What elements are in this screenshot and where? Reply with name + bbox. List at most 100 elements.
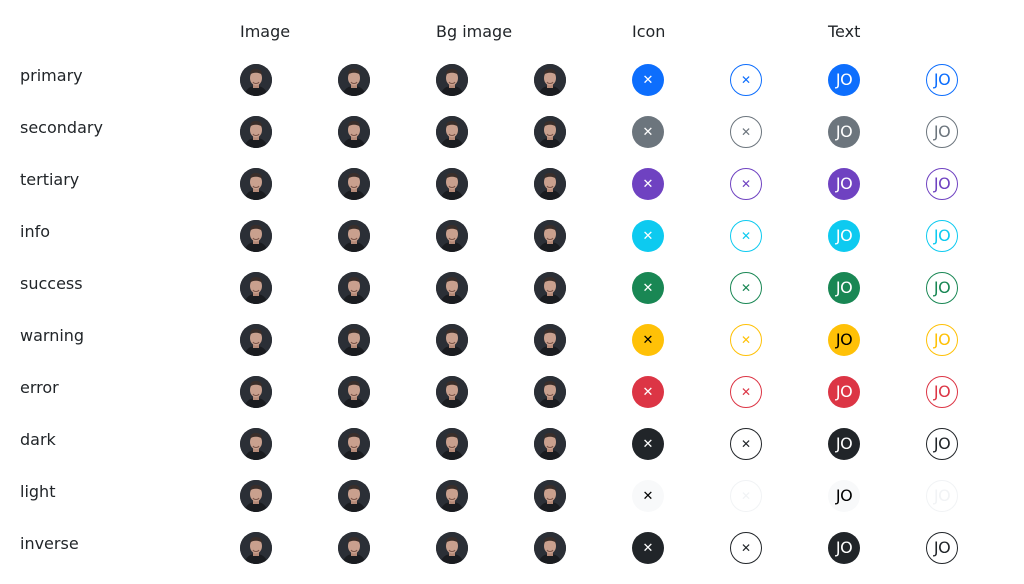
avatar-icon-solid-primary: ✕ — [632, 64, 664, 96]
person-photo-avatar-icon — [338, 376, 370, 408]
avatar-icon-outline-warning: ✕ — [730, 324, 762, 356]
avatar-bg-image-solid-dark — [436, 428, 468, 460]
avatar-text-solid-warning: JO — [828, 324, 860, 356]
close-icon: ✕ — [642, 72, 654, 88]
avatar-bg-image-solid-light — [436, 480, 468, 512]
avatar-icon-solid-dark: ✕ — [632, 428, 664, 460]
avatar-icon-outline-primary: ✕ — [730, 64, 762, 96]
person-photo-avatar-icon — [338, 324, 370, 356]
avatar-icon-outline-dark: ✕ — [730, 428, 762, 460]
person-photo-avatar-icon — [338, 220, 370, 252]
person-photo-avatar-icon — [436, 220, 468, 252]
avatar-bg-image-outline-inverse — [534, 532, 566, 564]
close-icon: ✕ — [642, 228, 654, 244]
person-photo-avatar-icon — [338, 272, 370, 304]
avatar-bg-image-outline-info — [534, 220, 566, 252]
avatar-text-solid-error: JO — [828, 376, 860, 408]
person-photo-avatar-icon — [436, 480, 468, 512]
avatar-bg-image-solid-primary — [436, 64, 468, 96]
person-photo-avatar-icon — [534, 376, 566, 408]
person-photo-avatar-icon — [436, 64, 468, 96]
avatar-bg-image-outline-primary — [534, 64, 566, 96]
avatar-image-solid-primary — [240, 64, 272, 96]
person-photo-avatar-icon — [534, 272, 566, 304]
close-icon: ✕ — [740, 541, 752, 555]
close-icon: ✕ — [642, 332, 654, 348]
close-icon: ✕ — [740, 229, 752, 243]
close-icon: ✕ — [740, 177, 752, 191]
column-header-bg-image: Bg image — [436, 22, 513, 41]
person-photo-avatar-icon — [240, 116, 272, 148]
avatar-icon-outline-tertiary: ✕ — [730, 168, 762, 200]
avatar-icon-outline-error: ✕ — [730, 376, 762, 408]
person-photo-avatar-icon — [338, 168, 370, 200]
close-icon: ✕ — [642, 436, 654, 452]
person-photo-avatar-icon — [338, 64, 370, 96]
row-label-inverse: inverse — [20, 534, 79, 553]
avatar-image-outline-light — [338, 480, 370, 512]
avatar-text-solid-secondary: JO — [828, 116, 860, 148]
person-photo-avatar-icon — [240, 168, 272, 200]
close-icon: ✕ — [740, 385, 752, 399]
avatar-image-solid-light — [240, 480, 272, 512]
person-photo-avatar-icon — [534, 428, 566, 460]
close-icon: ✕ — [642, 280, 654, 296]
row-label-success: success — [20, 274, 83, 293]
avatar-text-outline-error: JO — [926, 376, 958, 408]
avatar-bg-image-solid-inverse — [436, 532, 468, 564]
person-photo-avatar-icon — [534, 480, 566, 512]
avatar-icon-solid-warning: ✕ — [632, 324, 664, 356]
avatar-image-outline-primary — [338, 64, 370, 96]
avatar-image-outline-dark — [338, 428, 370, 460]
close-icon: ✕ — [740, 73, 752, 87]
column-header-text: Text — [828, 22, 861, 41]
avatar-bg-image-outline-light — [534, 480, 566, 512]
person-photo-avatar-icon — [338, 480, 370, 512]
row-label-info: info — [20, 222, 51, 241]
row-label-dark: dark — [20, 430, 56, 449]
avatar-icon-solid-secondary: ✕ — [632, 116, 664, 148]
avatar-bg-image-outline-success — [534, 272, 566, 304]
avatar-icon-outline-info: ✕ — [730, 220, 762, 252]
person-photo-avatar-icon — [338, 428, 370, 460]
close-icon: ✕ — [642, 384, 654, 400]
avatar-text-outline-light: JO — [926, 480, 958, 512]
avatar-icon-solid-success: ✕ — [632, 272, 664, 304]
close-icon: ✕ — [740, 437, 752, 451]
person-photo-avatar-icon — [534, 532, 566, 564]
avatar-image-solid-info — [240, 220, 272, 252]
avatar-image-solid-warning — [240, 324, 272, 356]
person-photo-avatar-icon — [240, 324, 272, 356]
person-photo-avatar-icon — [436, 116, 468, 148]
avatar-bg-image-solid-info — [436, 220, 468, 252]
avatar-text-solid-inverse: JO — [828, 532, 860, 564]
avatar-icon-solid-inverse: ✕ — [632, 532, 664, 564]
person-photo-avatar-icon — [436, 272, 468, 304]
avatar-image-outline-inverse — [338, 532, 370, 564]
avatar-bg-image-solid-error — [436, 376, 468, 408]
person-photo-avatar-icon — [534, 168, 566, 200]
row-label-secondary: secondary — [20, 118, 103, 137]
person-photo-avatar-icon — [436, 324, 468, 356]
avatar-text-solid-primary: JO — [828, 64, 860, 96]
avatar-text-outline-success: JO — [926, 272, 958, 304]
close-icon: ✕ — [642, 176, 654, 192]
avatar-icon-outline-success: ✕ — [730, 272, 762, 304]
person-photo-avatar-icon — [240, 532, 272, 564]
close-icon: ✕ — [740, 281, 752, 295]
avatar-image-outline-warning — [338, 324, 370, 356]
person-photo-avatar-icon — [338, 532, 370, 564]
avatar-text-outline-warning: JO — [926, 324, 958, 356]
avatar-icon-solid-light: ✕ — [632, 480, 664, 512]
avatar-text-outline-dark: JO — [926, 428, 958, 460]
person-photo-avatar-icon — [240, 480, 272, 512]
avatar-bg-image-outline-dark — [534, 428, 566, 460]
close-icon: ✕ — [740, 489, 752, 503]
avatar-icon-solid-info: ✕ — [632, 220, 664, 252]
avatar-text-solid-dark: JO — [828, 428, 860, 460]
person-photo-avatar-icon — [534, 116, 566, 148]
close-icon: ✕ — [642, 124, 654, 140]
avatar-icon-solid-error: ✕ — [632, 376, 664, 408]
avatar-icon-outline-light: ✕ — [730, 480, 762, 512]
avatar-text-outline-inverse: JO — [926, 532, 958, 564]
